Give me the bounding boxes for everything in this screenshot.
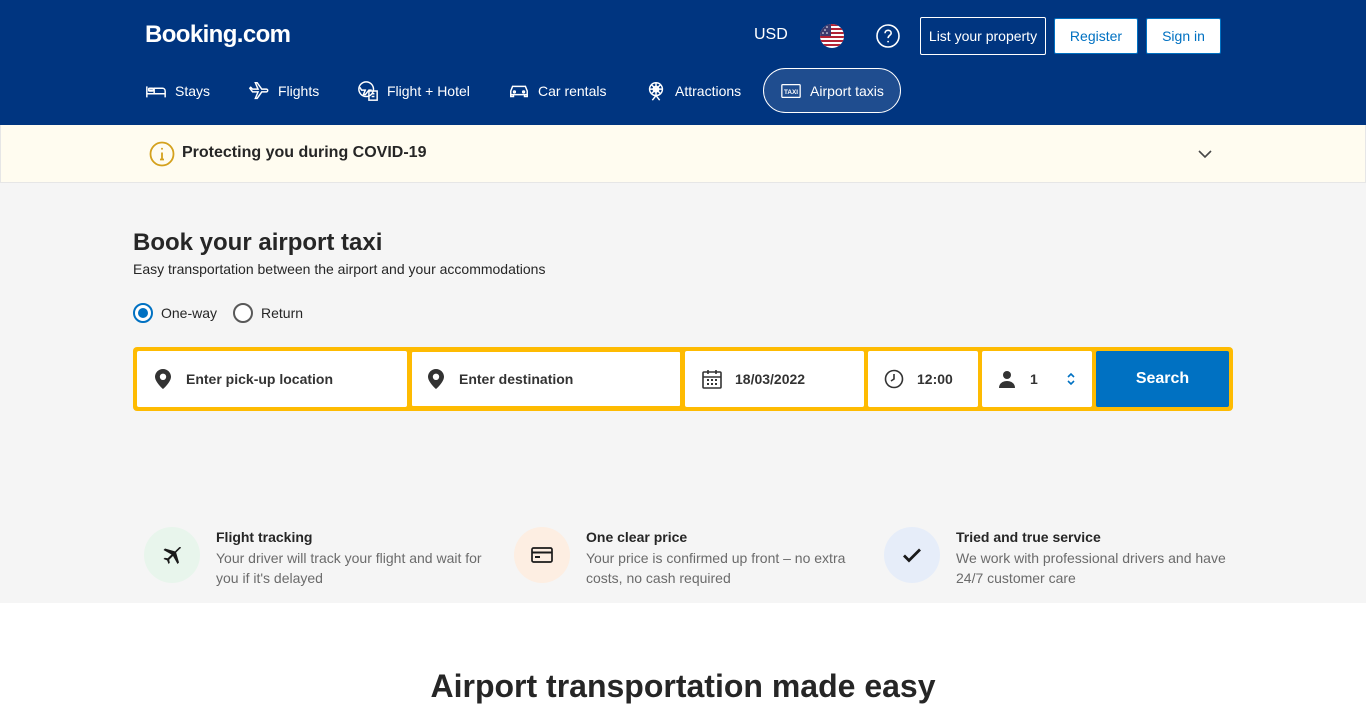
time-picker[interactable]: 12:00 [868,351,978,407]
feature-title: One clear price [586,529,688,545]
sign-in-button[interactable]: Sign in [1146,18,1221,54]
location-pin-icon [155,369,171,389]
search-button[interactable]: Search [1096,351,1229,407]
nav-attractions[interactable]: Attractions [645,68,741,113]
radio-return-label: Return [261,305,304,321]
feature-clear-price: One clear price Your price is confirmed … [514,527,864,589]
attractions-icon [645,80,667,102]
date-picker[interactable]: 18/03/2022 [685,351,864,407]
covid-banner-title: Protecting you during COVID-19 [182,144,427,161]
nav-stays[interactable]: Stays [145,68,210,113]
nav-stays-label: Stays [175,82,211,99]
time-value: 12:00 [917,371,953,387]
site-header: Booking.com USD List your property Regis… [0,0,1366,125]
chevron-updown-icon[interactable] [1066,372,1076,386]
help-icon[interactable] [876,24,900,48]
calendar-icon [701,368,723,390]
pickup-location-input[interactable]: Enter pick-up location [137,351,407,407]
check-icon [884,527,940,583]
flight-hotel-icon [357,80,379,102]
nav-flights-label: Flights [278,82,320,99]
radio-one-way-circle[interactable] [133,303,153,323]
bed-icon [145,80,167,102]
card-icon [514,527,570,583]
nav-car-rentals[interactable]: Car rentals [508,68,606,113]
feature-trusted-service: Tried and true service We work with prof… [884,527,1234,589]
person-icon [998,370,1016,388]
nav-flight-hotel-label: Flight + Hotel [387,82,470,99]
plane-icon [248,80,270,102]
section-title: Airport transportation made easy [430,668,936,704]
date-value: 18/03/2022 [735,371,806,387]
nav-flight-hotel[interactable]: Flight + Hotel [357,68,470,113]
pickup-placeholder: Enter pick-up location [186,371,334,387]
destination-placeholder: Enter destination [459,371,574,387]
register-button[interactable]: Register [1054,18,1138,54]
destination-input[interactable]: Enter destination [411,351,681,407]
nav-attractions-label: Attractions [675,82,742,99]
currency-selector[interactable]: USD [754,26,788,44]
info-icon [149,141,175,167]
clock-icon [884,369,904,389]
location-pin-icon [428,369,444,389]
nav-airport-taxis[interactable]: TAXI Airport taxis [763,68,901,113]
taxi-icon: TAXI [780,80,802,102]
taxi-search-form: Enter pick-up location Enter destination… [133,347,1233,411]
svg-text:TAXI: TAXI [784,88,798,95]
page-title: Book your airport taxi [133,229,383,256]
radio-return[interactable]: Return [233,303,303,323]
feature-description: Your price is confirmed up front – no ex… [586,550,846,586]
feature-title: Tried and true service [956,529,1101,545]
car-icon [508,80,530,102]
list-your-property-button[interactable]: List your property [920,17,1046,55]
chevron-down-icon[interactable] [1196,145,1214,163]
nav-flights[interactable]: Flights [248,68,319,113]
covid-banner[interactable]: Protecting you during COVID-19 [0,125,1366,183]
feature-flight-tracking: Flight tracking Your driver will track y… [144,527,494,589]
nav-car-rentals-label: Car rentals [538,82,607,99]
us-flag-icon[interactable] [820,24,844,48]
booking-logo[interactable]: Booking.com [145,21,291,49]
passenger-count: 1 [1030,371,1038,387]
passenger-selector[interactable]: 1 [982,351,1092,407]
radio-one-way-label: One-way [161,305,218,321]
plane-icon [144,527,200,583]
page-subtitle: Easy transportation between the airport … [133,261,546,277]
feature-description: We work with professional drivers and ha… [956,550,1226,586]
radio-one-way[interactable]: One-way [133,303,217,323]
radio-return-circle[interactable] [233,303,253,323]
feature-title: Flight tracking [216,529,313,545]
feature-description: Your driver will track your flight and w… [216,550,482,586]
nav-airport-taxis-label: Airport taxis [810,82,884,99]
